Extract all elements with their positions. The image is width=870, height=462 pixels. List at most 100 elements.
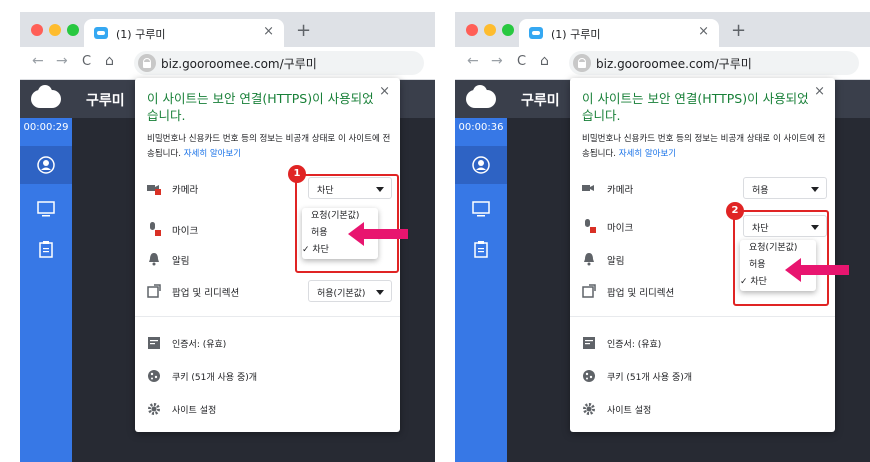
close-window-button[interactable]: [466, 24, 478, 36]
bell-icon: [149, 253, 159, 266]
gear-icon: [148, 403, 160, 415]
browser-toolbar: ← → C ⌂ biz.gooroomee.com/구루미: [455, 47, 870, 80]
tab-strip: (1) 구루미 × +: [455, 12, 870, 47]
address-bar[interactable]: biz.gooroomee.com/구루미: [569, 51, 859, 75]
cookie-icon: [583, 370, 595, 382]
site-favicon-icon: [529, 27, 543, 39]
browser-toolbar: ← → C ⌂ biz.gooroomee.com/구루미: [20, 47, 435, 80]
permission-label: 팝업 및 리디렉션: [607, 288, 675, 299]
reload-button[interactable]: C: [82, 54, 91, 69]
session-timer: 00:00:36: [458, 122, 504, 133]
app-sidebar: 00:00:29: [20, 118, 72, 462]
secure-connection-title: 이 사이트는 보안 연결(HTTPS)이 사용되었습니다.: [147, 91, 374, 123]
close-window-button[interactable]: [31, 24, 43, 36]
site-settings-label: 사이트 설정: [172, 406, 217, 416]
address-bar[interactable]: biz.gooroomee.com/구루미: [134, 51, 424, 75]
cookies-label: 쿠키 (51개 사용 중)개: [607, 373, 693, 383]
reload-button[interactable]: C: [517, 54, 526, 69]
new-tab-button[interactable]: +: [731, 20, 746, 41]
secure-connection-title: 이 사이트는 보안 연결(HTTPS)이 사용되었습니다.: [582, 91, 809, 123]
chevron-down-icon: [811, 187, 819, 192]
camera-permission-select[interactable]: 허용: [743, 177, 827, 199]
maximize-window-button[interactable]: [67, 24, 79, 36]
certificate-row[interactable]: 인증서: (유효): [582, 334, 822, 354]
camera-blocked-icon: [147, 185, 161, 195]
dropdown-option[interactable]: 요청(기본값): [740, 240, 816, 257]
clipboard-icon[interactable]: [37, 240, 55, 258]
site-settings-label: 사이트 설정: [607, 406, 652, 416]
tab-close-icon[interactable]: ×: [698, 24, 709, 39]
permission-label: 카메라: [607, 185, 634, 196]
camera-icon: [582, 185, 594, 191]
cookie-icon: [148, 370, 160, 382]
maximize-window-button[interactable]: [502, 24, 514, 36]
permission-camera: 카메라 허용: [582, 177, 827, 201]
new-tab-button[interactable]: +: [296, 20, 311, 41]
lock-icon[interactable]: [138, 54, 156, 72]
forward-button[interactable]: →: [491, 53, 503, 69]
app-title: 구루미: [521, 93, 560, 109]
user-icon[interactable]: [37, 156, 55, 174]
certificate-label: 인증서: (유효): [607, 340, 662, 350]
certificate-row[interactable]: 인증서: (유효): [147, 334, 387, 354]
permission-label: 카메라: [172, 185, 199, 196]
popup-close-icon[interactable]: ×: [379, 84, 390, 99]
permission-label: 마이크: [172, 226, 199, 237]
certificate-label: 인증서: (유효): [172, 340, 227, 350]
forward-button[interactable]: →: [56, 53, 68, 69]
permission-label: 팝업 및 리디렉션: [172, 288, 240, 299]
bell-icon: [584, 253, 594, 266]
cookies-row[interactable]: 쿠키 (51개 사용 중)개: [582, 367, 822, 387]
pointer-arrow-icon: [348, 222, 408, 246]
cookies-label: 쿠키 (51개 사용 중)개: [172, 373, 258, 383]
divider: [570, 316, 835, 317]
microphone-blocked-icon: [150, 222, 161, 236]
popups-permission-select[interactable]: 허용(기본값): [308, 280, 392, 302]
cookies-row[interactable]: 쿠키 (51개 사용 중)개: [147, 367, 387, 387]
learn-more-link[interactable]: 자세히 알아보기: [184, 149, 241, 159]
session-timer: 00:00:29: [23, 122, 69, 133]
site-favicon-icon: [94, 27, 108, 39]
monitor-icon[interactable]: [37, 200, 55, 218]
tab-title: (1) 구루미: [551, 28, 601, 41]
minimize-window-button[interactable]: [484, 24, 496, 36]
url-text: biz.gooroomee.com/구루미: [596, 57, 752, 71]
site-settings-row[interactable]: 사이트 설정: [582, 400, 822, 420]
select-value: 허용(기본값): [317, 289, 366, 299]
site-settings-row[interactable]: 사이트 설정: [147, 400, 387, 420]
home-button[interactable]: ⌂: [540, 53, 549, 69]
microphone-blocked-icon: [585, 219, 596, 233]
step-badge: 1: [288, 165, 306, 183]
certificate-icon: [583, 337, 595, 349]
permission-label: 알림: [172, 256, 190, 267]
app-sidebar: 00:00:36: [455, 118, 507, 462]
tab-close-icon[interactable]: ×: [263, 24, 274, 39]
pointer-arrow-icon: [785, 258, 849, 282]
popup-close-icon[interactable]: ×: [814, 84, 825, 99]
user-icon[interactable]: [472, 156, 490, 174]
cloud-logo-icon: [466, 85, 496, 108]
back-button[interactable]: ←: [467, 53, 479, 69]
step-badge: 2: [726, 202, 744, 220]
home-button[interactable]: ⌂: [105, 53, 114, 69]
app-title: 구루미: [86, 93, 125, 109]
security-description: 비밀번호나 신용카드 번호 등의 정보는 비공개 상태로 이 사이트에 전송됩니…: [147, 132, 392, 162]
lock-icon[interactable]: [573, 54, 591, 72]
monitor-icon[interactable]: [472, 200, 490, 218]
tab-title: (1) 구루미: [116, 28, 166, 41]
minimize-window-button[interactable]: [49, 24, 61, 36]
screenshot-panel-1: (1) 구루미 × + ← → C ⌂ biz.gooroomee.com/구루…: [20, 0, 435, 462]
permission-label: 마이크: [607, 223, 634, 234]
external-link-icon: [582, 284, 596, 298]
gear-icon: [583, 403, 595, 415]
clipboard-icon[interactable]: [472, 240, 490, 258]
screenshot-panel-2: (1) 구루미 × + ← → C ⌂ biz.gooroomee.com/구루…: [455, 0, 870, 462]
browser-tab[interactable]: (1) 구루미 ×: [84, 19, 284, 47]
certificate-icon: [148, 337, 160, 349]
back-button[interactable]: ←: [32, 53, 44, 69]
learn-more-link[interactable]: 자세히 알아보기: [619, 149, 676, 159]
external-link-icon: [147, 284, 161, 298]
browser-tab[interactable]: (1) 구루미 ×: [519, 19, 719, 47]
chevron-down-icon: [376, 290, 384, 295]
url-text: biz.gooroomee.com/구루미: [161, 57, 317, 71]
